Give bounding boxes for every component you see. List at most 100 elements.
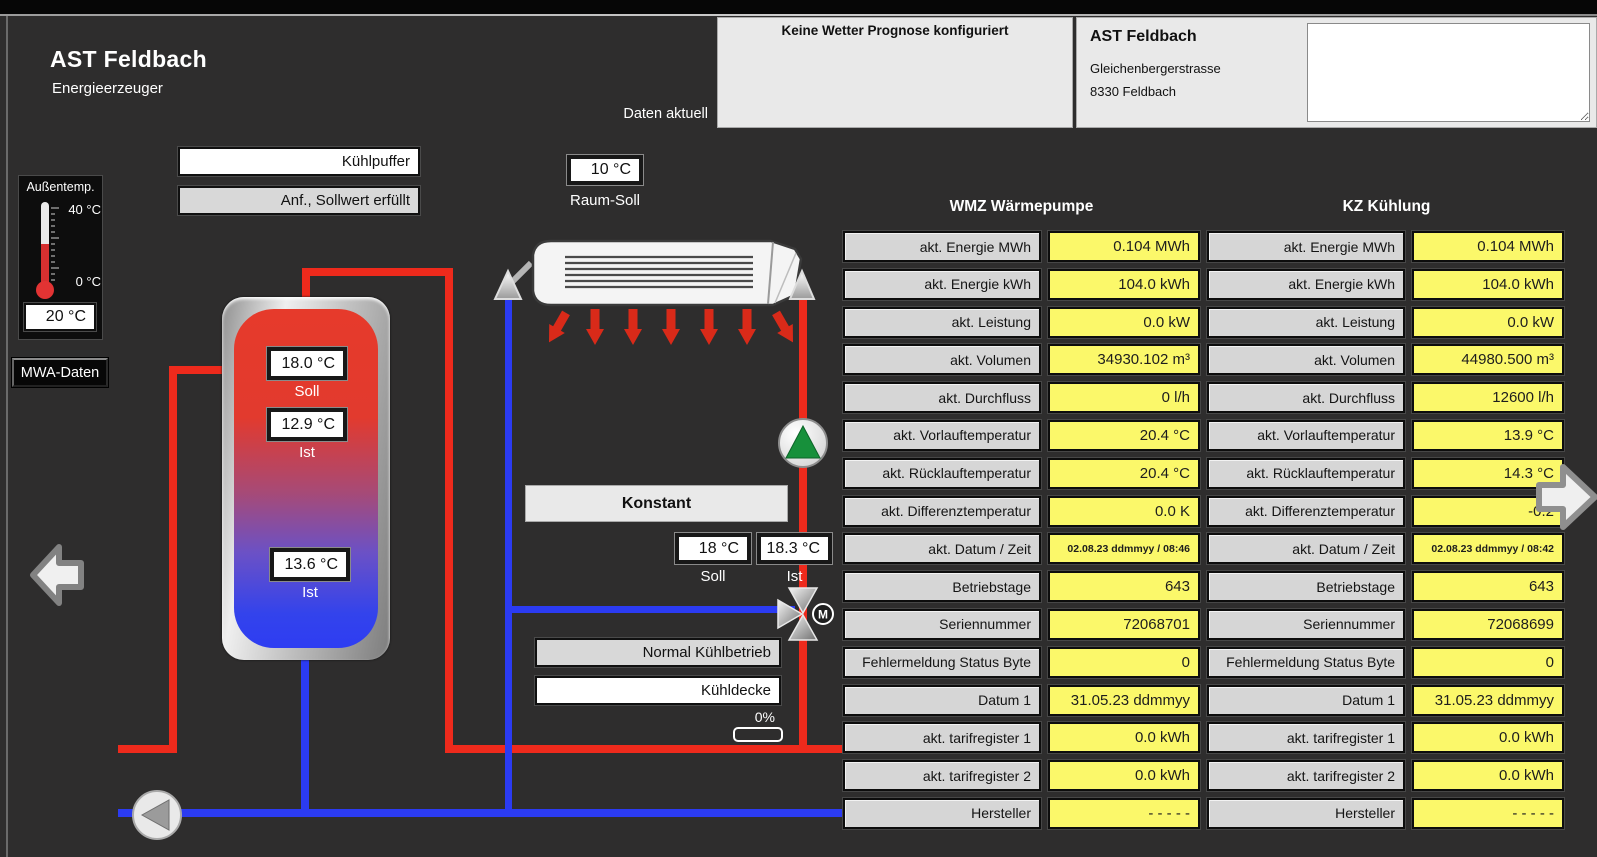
pipe-hot	[169, 366, 177, 753]
row-value: 0.0 kW	[1412, 307, 1564, 338]
nav-back-button[interactable]	[25, 537, 87, 613]
row-value: 02.08.23 ddmmyy / 08:46	[1048, 533, 1200, 564]
room-setpoint-box[interactable]: 10 °C	[567, 155, 643, 185]
valve-motor-label: M	[818, 608, 828, 622]
pipe-hot	[118, 745, 177, 753]
tank-ist-top-value: 12.9 °C	[267, 408, 347, 441]
row-label: akt. Vorlauftemperatur	[1207, 420, 1405, 451]
row-label: Fehlermeldung Status Byte	[1207, 647, 1405, 678]
table-row: akt. tarifregister 20.0 kWh	[1207, 760, 1564, 791]
table-row: akt. Leistung0.0 kW	[1207, 307, 1564, 338]
row-label: akt. Rücklauftemperatur	[843, 458, 1041, 489]
nav-forward-button[interactable]	[1535, 455, 1597, 539]
buffer-tank: 18.0 °C Soll 12.9 °C Ist 13.6 °C Ist	[222, 297, 390, 660]
row-label: Datum 1	[843, 685, 1041, 716]
row-label: Seriennummer	[843, 609, 1041, 640]
row-value: 31.05.23 ddmmyy	[1412, 685, 1564, 716]
row-label: Betriebstage	[843, 571, 1041, 602]
pump-icon	[777, 417, 829, 469]
row-label: akt. Energie MWh	[843, 231, 1041, 262]
pipe-cold	[505, 297, 512, 817]
row-label: akt. Rücklauftemperatur	[1207, 458, 1405, 489]
operating-mode-box: Normal Kühlbetrieb	[535, 638, 781, 667]
circuit-name-box: Kühldecke	[535, 676, 781, 705]
circuit-ist-value: 18.3 °C	[757, 533, 832, 564]
row-label: akt. tarifregister 2	[843, 760, 1041, 791]
row-label: akt. Differenztemperatur	[843, 496, 1041, 527]
row-label: Fehlermeldung Status Byte	[843, 647, 1041, 678]
table-row: Hersteller- - - - -	[843, 798, 1200, 829]
row-label: akt. Datum / Zeit	[1207, 533, 1405, 564]
table-row: Hersteller- - - - -	[1207, 798, 1564, 829]
table-row: akt. Energie MWh0.104 MWh	[843, 231, 1200, 262]
row-label: akt. Differenztemperatur	[1207, 496, 1405, 527]
return-pump-icon	[131, 789, 183, 841]
room-setpoint-label: Raum-Soll	[557, 192, 653, 209]
table-row: akt. Rücklauftemperatur14.3 °C	[1207, 458, 1564, 489]
outdoor-temp-widget: Außentemp. 40 °C 0 °C 20 °C	[18, 175, 103, 340]
tank-soll-value[interactable]: 18.0 °C	[267, 347, 347, 380]
row-label: Hersteller	[843, 798, 1041, 829]
table-row: Fehlermeldung Status Byte0	[1207, 647, 1564, 678]
weather-notice: Keine Wetter Prognose konfiguriert	[718, 18, 1072, 38]
table-row: akt. Energie kWh104.0 kWh	[1207, 269, 1564, 300]
table-row: Fehlermeldung Status Byte0	[843, 647, 1200, 678]
table-row: akt. tarifregister 10.0 kWh	[1207, 722, 1564, 753]
kz-table-title: KZ Kühlung	[1207, 198, 1566, 216]
row-value: 643	[1048, 571, 1200, 602]
tank-ist-bottom-value: 13.6 °C	[270, 548, 350, 581]
arrow-left-icon	[33, 547, 81, 603]
row-value: 0.0 K	[1048, 496, 1200, 527]
tank-ist-bottom-label: Ist	[270, 584, 350, 601]
row-label: akt. tarifregister 1	[843, 722, 1041, 753]
row-label: akt. tarifregister 1	[1207, 722, 1405, 753]
table-row: Betriebstage643	[843, 571, 1200, 602]
left-frame-line	[6, 16, 8, 857]
table-row: akt. Durchfluss0 l/h	[843, 382, 1200, 413]
pipe-hot	[169, 366, 227, 374]
table-row: akt. Differenztemperatur0.0 K	[843, 496, 1200, 527]
cooling-ceiling-icon	[485, 233, 820, 368]
mwa-daten-button[interactable]: MWA-Daten	[12, 358, 108, 387]
table-row: akt. tarifregister 10.0 kWh	[843, 722, 1200, 753]
scada-page: { "colors": { "pipe_hot": "#ee2a1c", "pi…	[0, 0, 1597, 857]
table-row: akt. Vorlauftemperatur13.9 °C	[1207, 420, 1564, 451]
row-value: 104.0 kWh	[1412, 269, 1564, 300]
row-value: 0.0 kWh	[1412, 760, 1564, 791]
row-value: 0.0 kWh	[1048, 760, 1200, 791]
site-name: AST Feldbach	[1090, 28, 1197, 46]
buffer-status-box: Anf., Sollwert erfüllt	[178, 186, 420, 215]
row-value: 72068699	[1412, 609, 1564, 640]
scale-min-label: 0 °C	[57, 274, 101, 289]
row-label: akt. Leistung	[1207, 307, 1405, 338]
row-label: akt. Energie kWh	[1207, 269, 1405, 300]
table-row: Datum 131.05.23 ddmmyy	[843, 685, 1200, 716]
table-row: akt. Datum / Zeit02.08.23 ddmmyy / 08:42	[1207, 533, 1564, 564]
row-label: akt. Leistung	[843, 307, 1041, 338]
row-value: 104.0 kWh	[1048, 269, 1200, 300]
wmz-table-title: WMZ Wärmepumpe	[843, 198, 1200, 216]
row-value: 31.05.23 ddmmyy	[1048, 685, 1200, 716]
row-label: akt. Datum / Zeit	[843, 533, 1041, 564]
site-city: 8330 Feldbach	[1090, 84, 1176, 99]
row-value: 643	[1412, 571, 1564, 602]
data-status-label: Daten aktuell	[590, 106, 708, 122]
tank-soll-label: Soll	[267, 383, 347, 400]
mixing-valve-icon: M	[772, 583, 838, 645]
row-value: - - - - -	[1048, 798, 1200, 829]
arrow-right-icon	[1539, 467, 1595, 527]
table-row: akt. Durchfluss12600 l/h	[1207, 382, 1564, 413]
table-row: Betriebstage643	[1207, 571, 1564, 602]
pipe-hot	[302, 268, 453, 276]
cold-air-arrows	[541, 308, 801, 346]
row-label: akt. Volumen	[1207, 344, 1405, 375]
row-value: 0.104 MWh	[1048, 231, 1200, 262]
site-street: Gleichenbergerstrasse	[1090, 61, 1221, 76]
page-subtitle: Energieerzeuger	[52, 80, 163, 97]
weather-panel: Keine Wetter Prognose konfiguriert	[717, 17, 1073, 128]
circuit-soll-value[interactable]: 18 °C	[675, 533, 751, 564]
table-row: akt. Volumen44980.500 m³	[1207, 344, 1564, 375]
table-row: akt. Datum / Zeit02.08.23 ddmmyy / 08:46	[843, 533, 1200, 564]
site-note-textarea[interactable]	[1307, 23, 1590, 122]
circuit-soll-label: Soll	[675, 568, 751, 585]
